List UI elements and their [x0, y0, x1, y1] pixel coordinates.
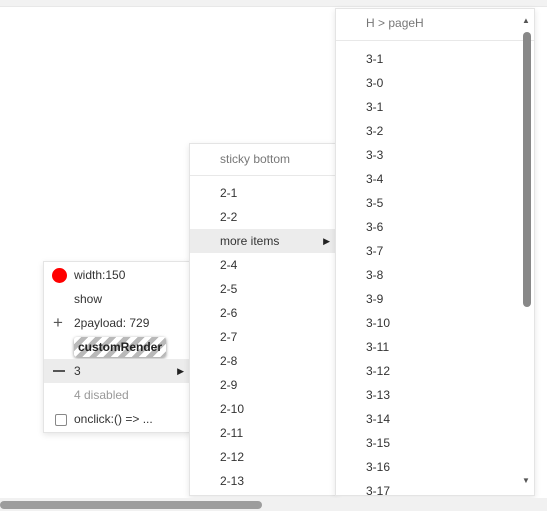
horizontal-scroll-thumb[interactable] — [0, 501, 262, 509]
menu2-item[interactable]: 2-12 — [190, 445, 336, 469]
menu-item-label: 3-6 — [366, 220, 384, 234]
vertical-scrollbar[interactable]: ▲ ▼ — [520, 8, 535, 496]
menu-item-label: width:150 — [74, 268, 126, 282]
menu-item-label: 3-13 — [366, 388, 391, 402]
menu3-item[interactable]: 3-15 — [336, 431, 516, 455]
menu-item-show[interactable]: show — [44, 287, 190, 311]
menu-item-label: 2-1 — [220, 186, 238, 200]
menu-item-label: 2-2 — [220, 210, 238, 224]
menu-item-label: 3-0 — [366, 76, 384, 90]
menu-item-disabled: 4 disabled — [44, 383, 190, 407]
vertical-scroll-thumb[interactable] — [523, 32, 531, 307]
menu3-item[interactable]: 3-11 — [336, 335, 516, 359]
menu-item-label: 3-1 — [366, 100, 384, 114]
menu2-item[interactable]: 2-8 — [190, 349, 336, 373]
minus-icon — [53, 370, 65, 372]
menu2-item[interactable]: 2-5 — [190, 277, 336, 301]
scroll-down-arrow-icon[interactable]: ▼ — [522, 476, 530, 485]
submenu-arrow-icon: ▶ — [323, 236, 330, 246]
context-menu-level1: width:150 show + 2payload: 729 customRen… — [43, 261, 191, 433]
menu2-item[interactable]: 2-13 — [190, 469, 336, 493]
menu-item-label: 3-4 — [366, 172, 384, 186]
menu2-item[interactable]: 2-1 — [190, 181, 336, 205]
menu2-item[interactable]: more items ▶ — [190, 229, 336, 253]
red-dot-icon — [52, 268, 67, 283]
menu2-item[interactable]: 2-11 — [190, 421, 336, 445]
menu3-item[interactable]: 3-2 — [336, 119, 516, 143]
menu2-item[interactable]: 2-4 — [190, 253, 336, 277]
plus-icon: + — [53, 313, 63, 332]
menu3-item[interactable]: 3-1 — [336, 95, 516, 119]
menu3-header: H > pageH — [336, 9, 534, 41]
menu-item-label: more items — [220, 234, 280, 248]
menu-item-label: 3-14 — [366, 412, 391, 426]
menu3-item[interactable]: 3-1 — [336, 47, 516, 71]
menu3-item[interactable]: 3-0 — [336, 71, 516, 95]
menu3-item[interactable]: 3-10 — [336, 311, 516, 335]
menu3-item[interactable]: 3-3 — [336, 143, 516, 167]
menu-item-label: 4 disabled — [74, 388, 129, 402]
top-strip — [0, 0, 547, 7]
menu2-item[interactable]: 2-6 — [190, 301, 336, 325]
menu-item-3[interactable]: 3 ▶ — [44, 359, 190, 383]
menu3-item[interactable]: 3-14 — [336, 407, 516, 431]
context-menu-level2: sticky bottom 2-1 2-2 more items ▶ 2-4 2-5 2-6… — [189, 143, 337, 496]
menu-item-label: 3-11 — [366, 340, 390, 354]
custom-render-pill: customRender — [74, 337, 167, 357]
menu-item-onclick[interactable]: onclick:() => ... — [44, 407, 190, 431]
menu-item-label: 2-11 — [220, 426, 244, 440]
menu-item-label: 2-9 — [220, 378, 238, 392]
menu2-item[interactable]: 2-9 — [190, 373, 336, 397]
menu-item-custom-render[interactable]: customRender — [44, 335, 190, 359]
menu3-item[interactable]: 3-7 — [336, 239, 516, 263]
menu3-item-list: 3-1 3-0 3-1 3-2 3-3 3-4 3-5 3-6 3-7 3-8 3-9 3-10 3-1… — [336, 47, 516, 496]
menu-item-payload[interactable]: + 2payload: 729 — [44, 311, 190, 335]
menu2-item-list: 2-1 2-2 more items ▶ 2-4 2-5 2-6 2-7 2-8 2-9 2-10 2… — [190, 181, 336, 493]
menu-item-label: 3-2 — [366, 124, 384, 138]
menu2-item[interactable]: 2-7 — [190, 325, 336, 349]
menu2-item[interactable]: 2-10 — [190, 397, 336, 421]
menu-item-label: 3-3 — [366, 148, 384, 162]
menu-item-label: 2-10 — [220, 402, 245, 416]
menu3-item[interactable]: 3-4 — [336, 167, 516, 191]
menu-item-label: 2-12 — [220, 450, 245, 464]
menu-item-label: 3-9 — [366, 292, 384, 306]
menu-item-label: 2payload: 729 — [74, 316, 150, 330]
menu3-item[interactable]: 3-12 — [336, 359, 516, 383]
menu3-item[interactable]: 3-5 — [336, 191, 516, 215]
menu-item-label: 2-6 — [220, 306, 238, 320]
menu-item-label: 3 — [74, 364, 81, 378]
context-menu-level3: H > pageH 3-1 3-0 3-1 3-2 3-3 3-4 3-5 3-6 3-7 3-8… — [335, 8, 535, 496]
sticky-header-label: sticky bottom — [190, 144, 336, 176]
menu3-item[interactable]: 3-17 — [336, 479, 516, 496]
menu3-item[interactable]: 3-13 — [336, 383, 516, 407]
menu-item-label: 2-4 — [220, 258, 238, 272]
menu-item-label: 3-15 — [366, 436, 391, 450]
menu3-item[interactable]: 3-8 — [336, 263, 516, 287]
menu-item-label: 3-17 — [366, 484, 391, 496]
menu-item-label: 2-13 — [220, 474, 245, 488]
menu-item-label: 3-10 — [366, 316, 391, 330]
menu-item-label: 3-16 — [366, 460, 391, 474]
menu3-item[interactable]: 3-9 — [336, 287, 516, 311]
menu-item-label: 3-8 — [366, 268, 384, 282]
menu3-item[interactable]: 3-16 — [336, 455, 516, 479]
menu-item-label: show — [74, 292, 103, 306]
menu2-item[interactable]: 2-2 — [190, 205, 336, 229]
menu-item-label: 3-7 — [366, 244, 384, 258]
menu-item-width[interactable]: width:150 — [44, 263, 190, 287]
checkbox-icon[interactable] — [55, 414, 67, 426]
menu-item-label: 3-1 — [366, 52, 384, 66]
submenu-arrow-icon: ▶ — [177, 366, 184, 376]
menu-item-label: 2-7 — [220, 330, 238, 344]
scroll-up-arrow-icon[interactable]: ▲ — [522, 16, 530, 25]
menu-item-label: 3-12 — [366, 364, 391, 378]
menu-item-label: 2-8 — [220, 354, 238, 368]
menu-item-label: 3-5 — [366, 196, 384, 210]
menu-item-label: onclick:() => ... — [74, 412, 153, 426]
menu3-item[interactable]: 3-6 — [336, 215, 516, 239]
horizontal-scrollbar[interactable] — [0, 498, 547, 511]
menu-item-label: 2-5 — [220, 282, 238, 296]
